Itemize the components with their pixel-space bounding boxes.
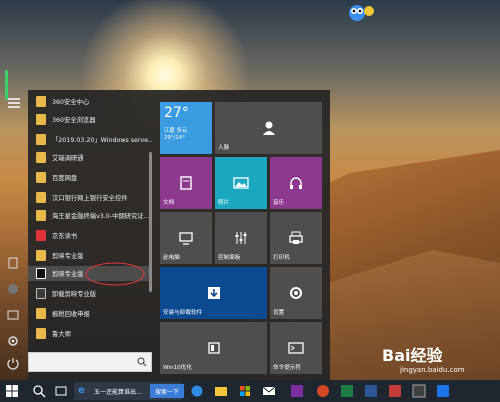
terminal-icon xyxy=(288,342,304,354)
task-view-icon[interactable] xyxy=(54,384,68,398)
list-item[interactable]: 360安全浏览器 xyxy=(28,112,152,127)
taskbar: e 五一还能算谁出... 搜索一下 xyxy=(0,380,500,402)
control-panel-tile[interactable]: 控制面板 xyxy=(215,212,267,264)
weather-tile[interactable]: 27° 江夏 多云 29°/14° xyxy=(160,102,212,154)
search-button[interactable]: 搜索一下 xyxy=(150,384,184,398)
watermark-url: jingyan.baidu.com xyxy=(400,366,465,374)
folder-icon xyxy=(36,152,46,163)
explorer-icon[interactable] xyxy=(214,384,228,398)
settings-tile[interactable]: 设置 xyxy=(270,267,322,319)
watermark-brand: Bai经验 xyxy=(382,346,443,365)
docs-tile[interactable]: 文档 xyxy=(160,157,212,209)
this-pc-tile[interactable]: 此电脑 xyxy=(160,212,212,264)
jd-read-icon xyxy=(36,230,46,241)
start-menu: 360安全中心 360安全浏览器 「2019.03.20」Windows ser… xyxy=(28,90,330,380)
photo-icon xyxy=(233,177,249,189)
list-item[interactable]: 360安全中心 xyxy=(28,94,152,109)
onenote-icon[interactable] xyxy=(290,384,304,398)
weather-city: 江夏 多云 xyxy=(164,128,188,134)
gear-icon[interactable] xyxy=(6,334,20,348)
list-item[interactable]: 艾瑞调研通 xyxy=(28,150,152,165)
list-item[interactable]: 海王星金融终端v3.0-中期研究证... xyxy=(28,208,152,223)
download-box-icon xyxy=(207,287,220,299)
document-icon xyxy=(180,176,192,190)
edge-icon[interactable] xyxy=(190,384,204,398)
folder-icon xyxy=(36,250,46,261)
hamburger-menu-icon[interactable] xyxy=(8,98,20,108)
headphones-icon xyxy=(290,177,302,189)
people-tile[interactable]: 人脉 xyxy=(215,102,322,154)
windows-start-icon[interactable] xyxy=(6,385,18,397)
list-item[interactable]: 「2019.03.20」Windows serve... xyxy=(28,132,152,147)
user-avatar-icon[interactable] xyxy=(6,282,20,296)
app-icon-3[interactable] xyxy=(436,384,450,398)
folder-icon xyxy=(36,328,46,339)
folder-icon xyxy=(36,210,46,221)
weather-range: 29°/14° xyxy=(164,135,185,141)
tile-grid: 27° 江夏 多云 29°/14° 人脉 文档 照片 音乐 此电脑 控制面板 打… xyxy=(160,102,330,374)
folder-icon xyxy=(36,134,46,145)
folder-icon xyxy=(36,308,46,319)
cmd-tile[interactable]: 命令提示符 xyxy=(270,322,322,374)
pictures-icon[interactable] xyxy=(6,308,20,322)
capcut-icon xyxy=(36,268,46,279)
ie-icon: e xyxy=(78,385,85,396)
install-uninstall-tile[interactable]: 安装与卸载软件 xyxy=(160,267,267,319)
search-icon xyxy=(137,357,147,367)
printer-tile[interactable]: 打印机 xyxy=(270,212,322,264)
power-icon[interactable] xyxy=(6,356,20,370)
excel-icon[interactable] xyxy=(340,384,354,398)
gear-icon xyxy=(290,287,302,299)
start-left-rail xyxy=(0,0,28,380)
folder-icon xyxy=(36,114,46,125)
folder-icon xyxy=(36,192,46,203)
printer-icon xyxy=(289,231,303,244)
sliders-icon xyxy=(235,232,247,244)
uninstall-icon xyxy=(36,288,46,299)
search-input[interactable] xyxy=(28,352,152,372)
powerpoint-icon[interactable] xyxy=(316,384,330,398)
monitor-icon xyxy=(179,232,193,245)
store-icon[interactable] xyxy=(238,384,252,398)
list-item[interactable]: 汉口银行网上银行安全控件 xyxy=(28,190,152,205)
win10-optimize-tile[interactable]: Win10优化 xyxy=(160,322,267,374)
list-item[interactable]: 卸载剪映专业版 xyxy=(28,286,152,301)
app-icon-2[interactable] xyxy=(412,384,426,398)
photos-tile[interactable]: 照片 xyxy=(215,157,267,209)
document-icon[interactable] xyxy=(6,256,20,270)
optimize-icon xyxy=(207,342,220,354)
music-tile[interactable]: 音乐 xyxy=(270,157,322,209)
person-icon xyxy=(262,121,275,135)
annotation-circle xyxy=(85,262,145,286)
app-list-scrollbar[interactable] xyxy=(149,152,152,292)
list-item[interactable]: 报税回收申报 xyxy=(28,306,152,321)
list-item[interactable]: 京东读书 xyxy=(28,228,152,243)
folder-icon xyxy=(36,96,46,107)
mail-icon[interactable] xyxy=(262,384,276,398)
folder-icon xyxy=(36,172,46,183)
word-icon[interactable] xyxy=(364,384,378,398)
desktop-indicator xyxy=(5,70,8,100)
mascot-icon xyxy=(349,5,374,21)
list-item[interactable]: 鲁大师 xyxy=(28,326,152,341)
search-icon[interactable] xyxy=(32,384,46,398)
app-icon[interactable] xyxy=(388,384,402,398)
list-item[interactable]: 百度网盘 xyxy=(28,170,152,185)
